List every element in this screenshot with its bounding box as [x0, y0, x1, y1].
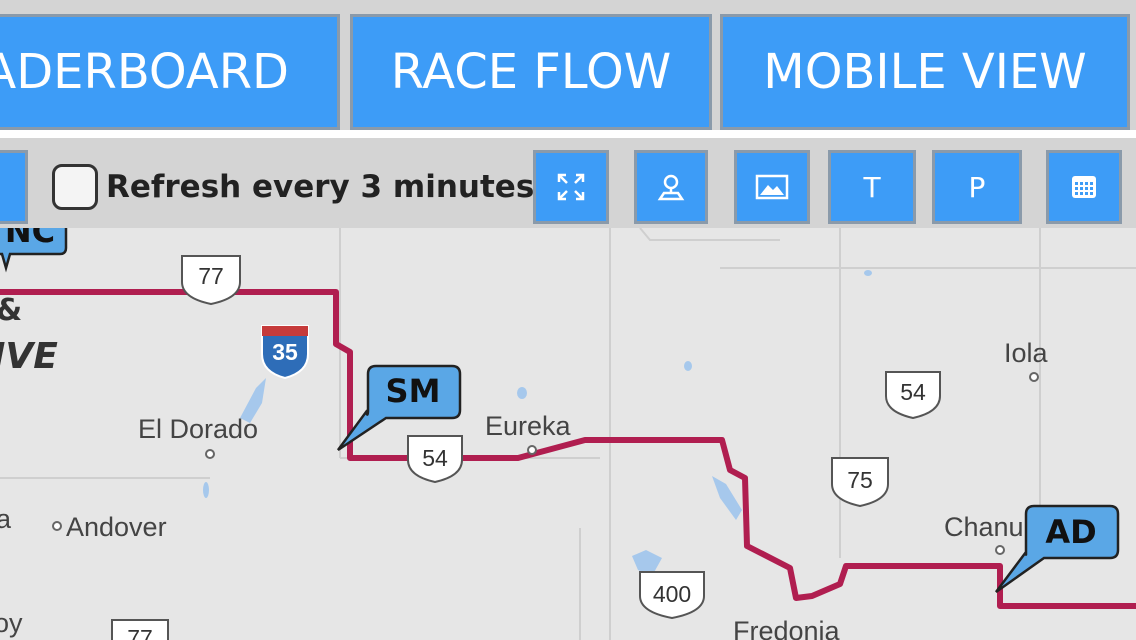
t-button-label: T — [863, 170, 881, 204]
highway-shield-77-bottom: 77 — [111, 619, 169, 640]
partial-label-ive: IVE — [0, 336, 58, 377]
calendar-button[interactable] — [1046, 150, 1122, 224]
location-pin-icon — [657, 174, 685, 201]
highway-shield-77-top: 77 — [181, 255, 241, 306]
svg-text:400: 400 — [653, 581, 691, 607]
svg-text:35: 35 — [272, 339, 298, 365]
top-navigation: LEADERBOARD RACE FLOW MOBILE VIEW — [0, 0, 1136, 132]
race-flow-button[interactable]: RACE FLOW — [350, 14, 712, 130]
city-partial-bottom-left: oy — [0, 608, 23, 638]
toolbar-left-button[interactable] — [0, 150, 28, 224]
interstate-shield-35: 35 — [261, 325, 309, 380]
highway-shield-400: 400 — [639, 571, 705, 620]
map-toolbar: Refresh every 3 minutes T P — [0, 138, 1136, 228]
svg-text:AD: AD — [1045, 513, 1096, 551]
svg-text:54: 54 — [900, 379, 926, 405]
refresh-label: Refresh every 3 minutes — [106, 169, 535, 205]
divider — [0, 130, 1136, 138]
refresh-checkbox[interactable] — [52, 164, 98, 210]
svg-text:NC: NC — [5, 228, 55, 250]
map-view[interactable]: 77 35 54 54 75 400 77 El Dorado Eureka A… — [0, 228, 1136, 640]
partial-symbol: & — [0, 293, 22, 328]
svg-text:Chanu: Chanu — [944, 512, 1024, 542]
svg-text:Iola: Iola — [1004, 338, 1049, 368]
svg-text:SM: SM — [386, 372, 441, 410]
svg-text:77: 77 — [198, 263, 224, 289]
landscape-image-icon — [755, 174, 789, 200]
svg-text:54: 54 — [422, 445, 448, 471]
highway-shield-75: 75 — [831, 457, 889, 508]
location-button[interactable] — [634, 150, 708, 224]
expand-icon — [557, 173, 585, 201]
city-partial-left: a — [0, 504, 12, 534]
fullscreen-button[interactable] — [533, 150, 609, 224]
p-button[interactable]: P — [932, 150, 1022, 224]
calendar-grid-icon — [1072, 176, 1096, 198]
city-andover: Andover — [52, 512, 167, 542]
refresh-toggle[interactable]: Refresh every 3 minutes — [52, 162, 534, 212]
city-fredonia: Fredonia — [733, 616, 841, 640]
svg-text:El Dorado: El Dorado — [138, 414, 258, 444]
highway-shield-54-east: 54 — [885, 371, 941, 420]
svg-text:77: 77 — [127, 625, 153, 640]
t-button[interactable]: T — [828, 150, 916, 224]
terrain-button[interactable] — [734, 150, 810, 224]
highway-shield-54-eureka: 54 — [407, 435, 463, 484]
svg-text:Andover: Andover — [66, 512, 167, 542]
leaderboard-button[interactable]: LEADERBOARD — [0, 14, 340, 130]
mobile-view-button[interactable]: MOBILE VIEW — [720, 14, 1130, 130]
svg-text:75: 75 — [847, 467, 873, 493]
svg-text:Eureka: Eureka — [485, 411, 572, 441]
p-button-label: P — [968, 170, 986, 204]
